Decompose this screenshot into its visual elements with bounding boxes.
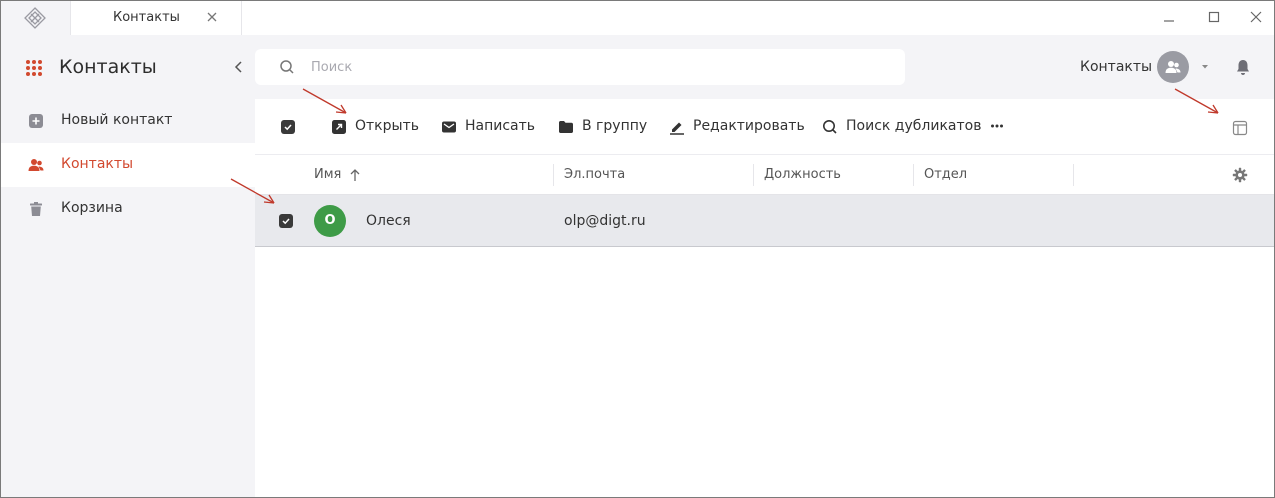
maximize-icon[interactable] (1206, 9, 1222, 25)
column-header-name[interactable]: Имя (314, 167, 341, 182)
cell-email: olp@digt.ru (564, 213, 646, 229)
column-separator[interactable] (913, 164, 914, 186)
title-bar: Контакты (1, 1, 1274, 35)
write-button-label: Написать (465, 118, 536, 134)
check-icon (282, 218, 290, 225)
find-duplicates-button-label: Поиск дубликатов (846, 118, 982, 134)
check-icon (284, 124, 292, 131)
column-separator[interactable] (753, 164, 754, 186)
sidebar-item-contacts[interactable]: Контакты (1, 143, 255, 187)
sidebar-item-label: Новый контакт (61, 112, 173, 128)
folder-icon (559, 121, 573, 133)
user-group-icon (1165, 61, 1181, 73)
contacts-icon (28, 159, 44, 171)
sidebar-item-label: Корзина (61, 200, 123, 216)
main-panel: Открыть Написать В группу Редактировать … (255, 99, 1274, 497)
search-input[interactable] (311, 55, 871, 79)
contact-avatar: О (314, 205, 346, 237)
edit-button-label: Редактировать (693, 118, 805, 134)
bell-icon[interactable] (1234, 58, 1252, 76)
sidebar-item-trash[interactable]: Корзина (1, 187, 255, 231)
open-button-label: Открыть (355, 118, 419, 134)
pencil-icon (670, 122, 684, 135)
close-icon[interactable] (205, 10, 219, 24)
trash-icon (30, 202, 42, 216)
sort-ascending-icon[interactable] (349, 168, 361, 182)
column-separator[interactable] (1073, 164, 1074, 186)
table-row[interactable]: О Олеся olp@digt.ru (255, 195, 1274, 247)
sidebar-title: Контакты (59, 56, 157, 78)
avatar[interactable] (1157, 51, 1189, 83)
toolbar: Открыть Написать В группу Редактировать … (255, 99, 1274, 155)
minimize-icon[interactable] (1161, 9, 1177, 25)
app-logo-icon (24, 7, 46, 29)
chevron-left-icon[interactable] (232, 60, 246, 74)
column-header-position[interactable]: Должность (764, 167, 841, 182)
cell-name: Олеся (366, 213, 411, 229)
tab-contacts[interactable]: Контакты (70, 1, 242, 35)
select-all-checkbox[interactable] (281, 120, 295, 134)
column-header-email[interactable]: Эл.почта (564, 167, 625, 182)
sidebar: Контакты Новый контакт Контакты Корзина (1, 35, 255, 497)
caret-down-icon[interactable] (1200, 63, 1210, 71)
column-header-department[interactable]: Отдел (924, 167, 967, 182)
mail-icon (442, 121, 456, 133)
sidebar-header: Контакты (1, 35, 255, 99)
window-close-icon[interactable] (1248, 9, 1264, 25)
tab-label: Контакты (113, 10, 180, 25)
section-label: Контакты (1080, 59, 1153, 75)
title-bar-blank (242, 1, 1274, 35)
apps-grid-icon[interactable] (25, 59, 43, 77)
row-checkbox[interactable] (279, 214, 293, 228)
open-external-icon (332, 120, 346, 134)
search-icon (280, 60, 294, 74)
gear-icon[interactable] (1232, 167, 1248, 183)
panel-layout-icon[interactable] (1232, 120, 1248, 136)
to-group-button-label: В группу (582, 118, 648, 134)
search-box[interactable] (255, 49, 905, 85)
table-header: Имя Эл.почта Должность Отдел (255, 155, 1274, 195)
sidebar-item-label: Контакты (61, 156, 134, 172)
app-window: Контакты Контакты Новый контакт Контакты… (0, 0, 1275, 498)
plus-square-icon (29, 114, 43, 128)
more-icon[interactable] (990, 119, 1004, 133)
sidebar-item-new-contact[interactable]: Новый контакт (1, 99, 255, 143)
column-separator[interactable] (553, 164, 554, 186)
search-icon (823, 120, 837, 134)
